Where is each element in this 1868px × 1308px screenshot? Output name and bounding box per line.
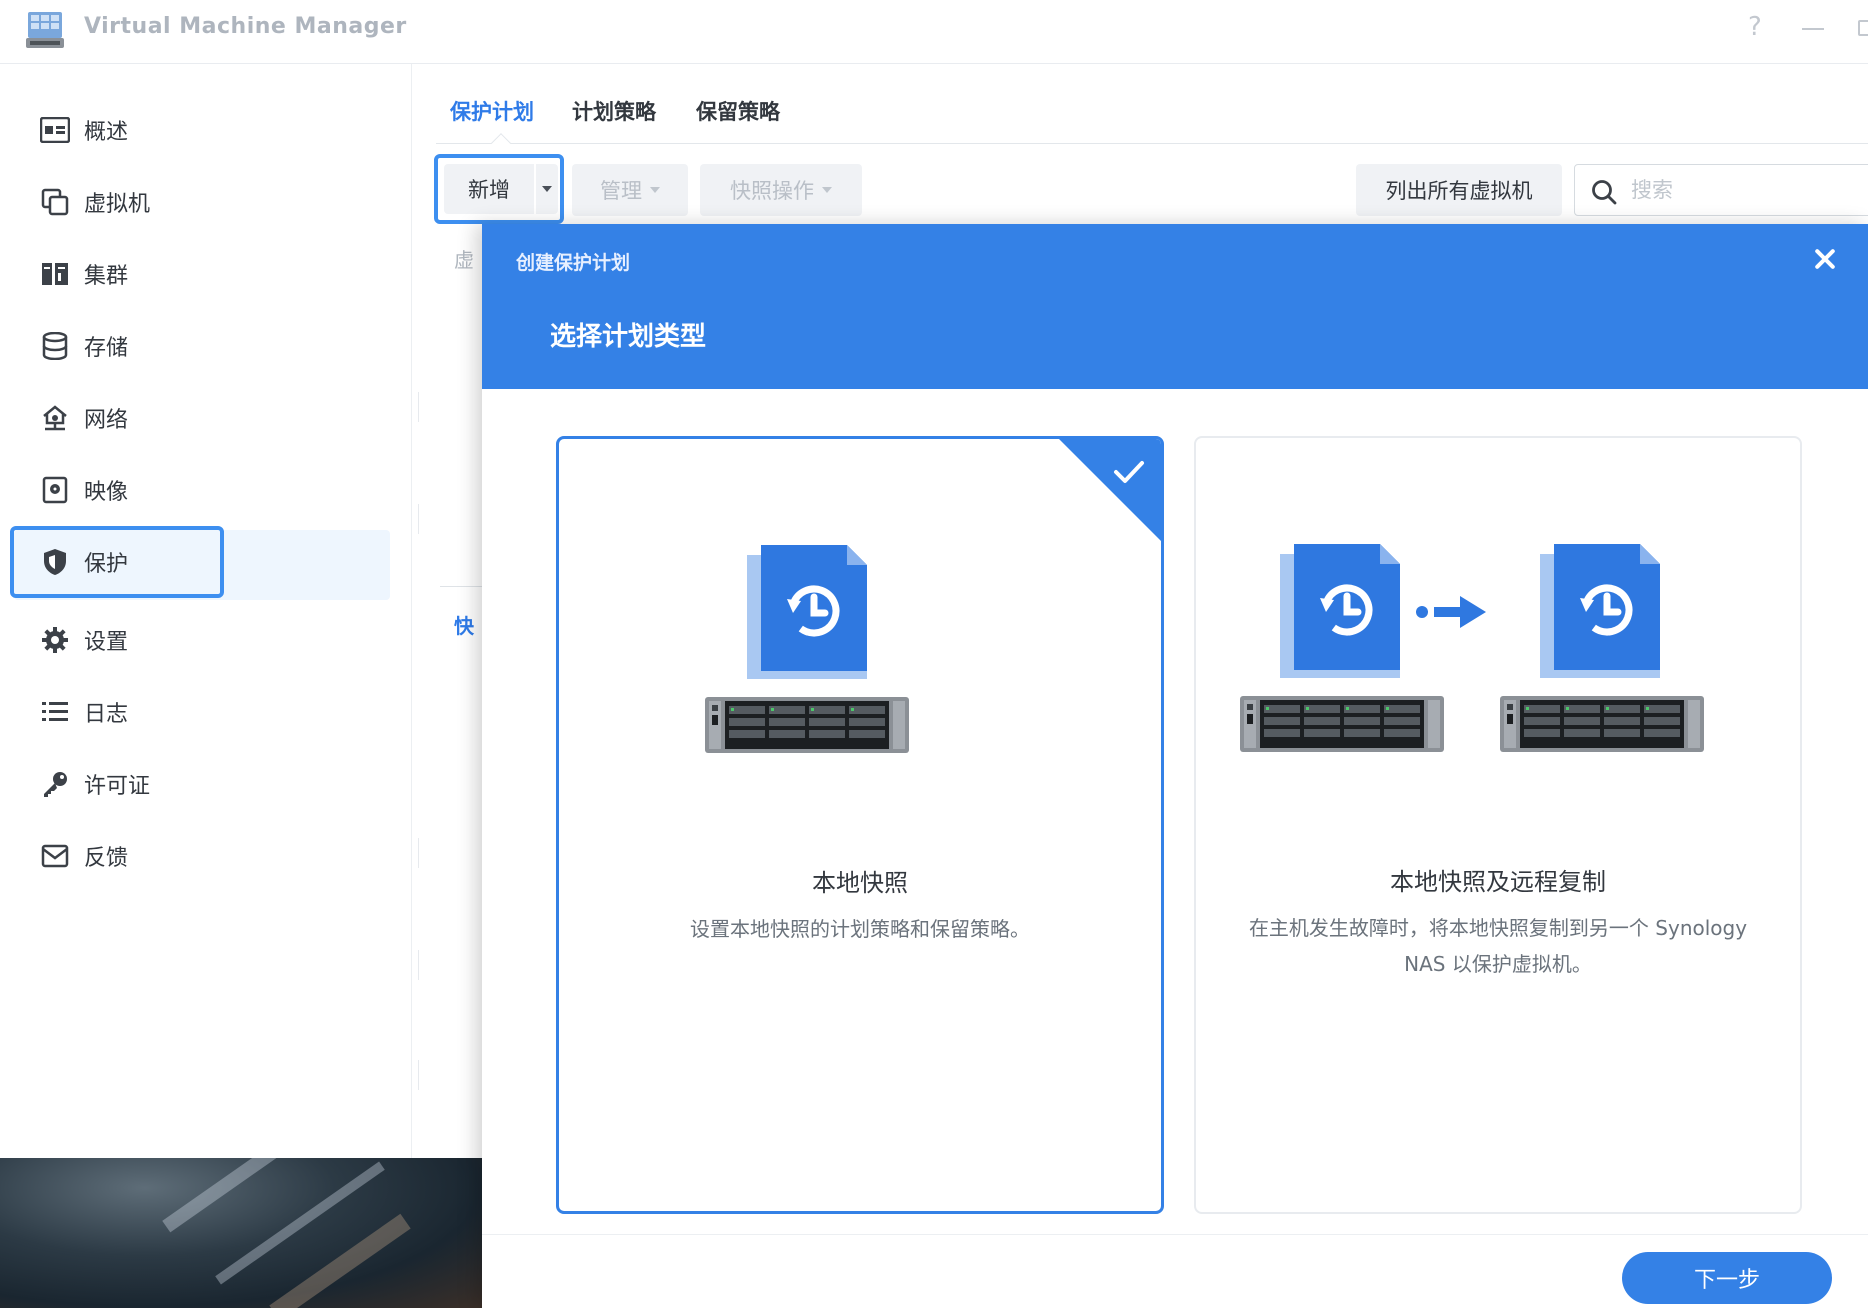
virtual-machine-icon [38,185,72,219]
tab-schedule-policy[interactable]: 计划策略 [572,96,656,126]
chevron-down-icon [822,187,832,193]
dialog-header: 创建保护计划 选择计划类型 [482,224,1868,389]
gear-icon [38,623,72,657]
sidebar-item-virtual-machine[interactable]: 虚拟机 [10,166,388,238]
sidebar-item-label: 许可证 [84,774,151,799]
snapshot-operations-label: 快照操作 [730,179,814,203]
sidebar-item-label: 日志 [84,702,129,727]
sidebar-item-label: 设置 [84,630,129,655]
network-icon [38,401,72,435]
minimize-icon[interactable] [1802,28,1824,30]
section-label-fragment: 快 [454,614,474,638]
snapshot-history-icon [747,545,867,679]
check-icon [1114,461,1144,483]
mail-icon [38,839,72,873]
sidebar-item-image[interactable]: 映像 [10,454,388,526]
plan-type-description: 设置本地快照的计划策略和保留策略。 [690,917,1030,941]
add-dropdown-button[interactable] [536,164,558,214]
snapshot-history-icon [1540,544,1660,678]
close-icon[interactable] [1810,244,1840,274]
sidebar-item-label: 概述 [84,120,129,145]
nas-device-icon [705,697,909,753]
replication-arrow-icon [1416,596,1486,628]
vmm-app-icon [26,12,64,48]
next-button[interactable]: 下一步 [1622,1252,1832,1304]
plan-type-title: 本地快照 [812,869,908,897]
plan-type-title: 本地快照及远程复制 [1390,868,1606,896]
tab-bar: 保护计划 计划策略 保留策略 [436,86,1868,153]
sidebar-item-license[interactable]: 许可证 [10,748,388,820]
help-icon[interactable]: ? [1748,12,1762,42]
image-icon [38,473,72,507]
manage-button[interactable]: 管理 [572,164,688,216]
sidebar-item-label: 虚拟机 [84,192,151,217]
sidebar-item-cluster[interactable]: 集群 [10,238,388,310]
maximize-icon[interactable] [1858,20,1868,36]
selected-corner [1056,439,1161,544]
dialog-footer-divider [482,1234,1868,1235]
add-button-group: 新增 [434,154,564,224]
create-protection-plan-dialog: 创建保护计划 选择计划类型 本地快照 设置本地快照的计划策略和保留策略。 本地快… [482,224,1868,1308]
storage-icon [38,329,72,363]
tab-retention-policy[interactable]: 保留策略 [696,96,780,126]
sidebar-item-label: 保护 [84,552,129,577]
title-bar: Virtual Machine Manager ? [0,0,1868,64]
sidebar-item-label: 存储 [84,336,129,361]
search-input[interactable] [1631,175,1851,205]
nas-device-icon [1500,696,1704,752]
chart-grid-line [418,1060,419,1090]
sidebar-item-network[interactable]: 网络 [10,382,388,454]
chart-grid-line [418,392,419,422]
dialog-title: 创建保护计划 [516,252,631,274]
table-column-header-fragment: 虚 [454,248,474,272]
plan-type-description: 在主机发生故障时，将本地快照复制到另一个 Synology NAS 以保护虚拟机… [1248,916,1748,976]
key-icon [38,767,72,801]
sidebar-item-log[interactable]: 日志 [10,676,388,748]
list-all-vms-button[interactable]: 列出所有虚拟机 [1356,164,1562,216]
sidebar-item-label: 网络 [84,408,129,433]
plan-type-local-snapshot-card[interactable]: 本地快照 设置本地快照的计划策略和保留策略。 [556,436,1164,1214]
sidebar-item-protection[interactable]: 保护 [10,526,224,598]
search-icon [1592,180,1617,205]
chart-grid-line [418,504,419,534]
chart-grid-line [418,838,419,868]
desktop-wallpaper [0,1158,482,1308]
overview-icon [38,113,72,147]
shield-icon [38,545,72,579]
search-box[interactable] [1574,164,1868,216]
list-icon [38,695,72,729]
nas-device-icon [1240,696,1444,752]
snapshot-history-icon [1280,544,1400,678]
sidebar-item-label: 映像 [84,480,129,505]
manage-label: 管理 [600,179,642,203]
sidebar-item-overview[interactable]: 概述 [10,94,388,166]
snapshot-operations-button[interactable]: 快照操作 [700,164,862,216]
sidebar-item-label: 集群 [84,264,129,289]
chevron-down-icon [650,187,660,193]
sidebar-item-label: 反馈 [84,846,129,871]
cluster-icon [38,257,72,291]
chevron-down-icon [542,186,552,192]
active-tab-pointer [491,133,511,153]
app-title: Virtual Machine Manager [84,14,407,39]
dialog-step-title: 选择计划类型 [550,322,707,352]
sidebar-item-feedback[interactable]: 反馈 [10,820,388,892]
sidebar-item-storage[interactable]: 存储 [10,310,388,382]
sidebar-item-settings[interactable]: 设置 [10,604,388,676]
plan-type-remote-replication-card[interactable]: 本地快照及远程复制 在主机发生故障时，将本地快照复制到另一个 Synology … [1194,436,1802,1214]
tab-protection-plan[interactable]: 保护计划 [450,96,534,126]
add-button[interactable]: 新增 [444,164,534,214]
chart-grid-line [418,950,419,980]
